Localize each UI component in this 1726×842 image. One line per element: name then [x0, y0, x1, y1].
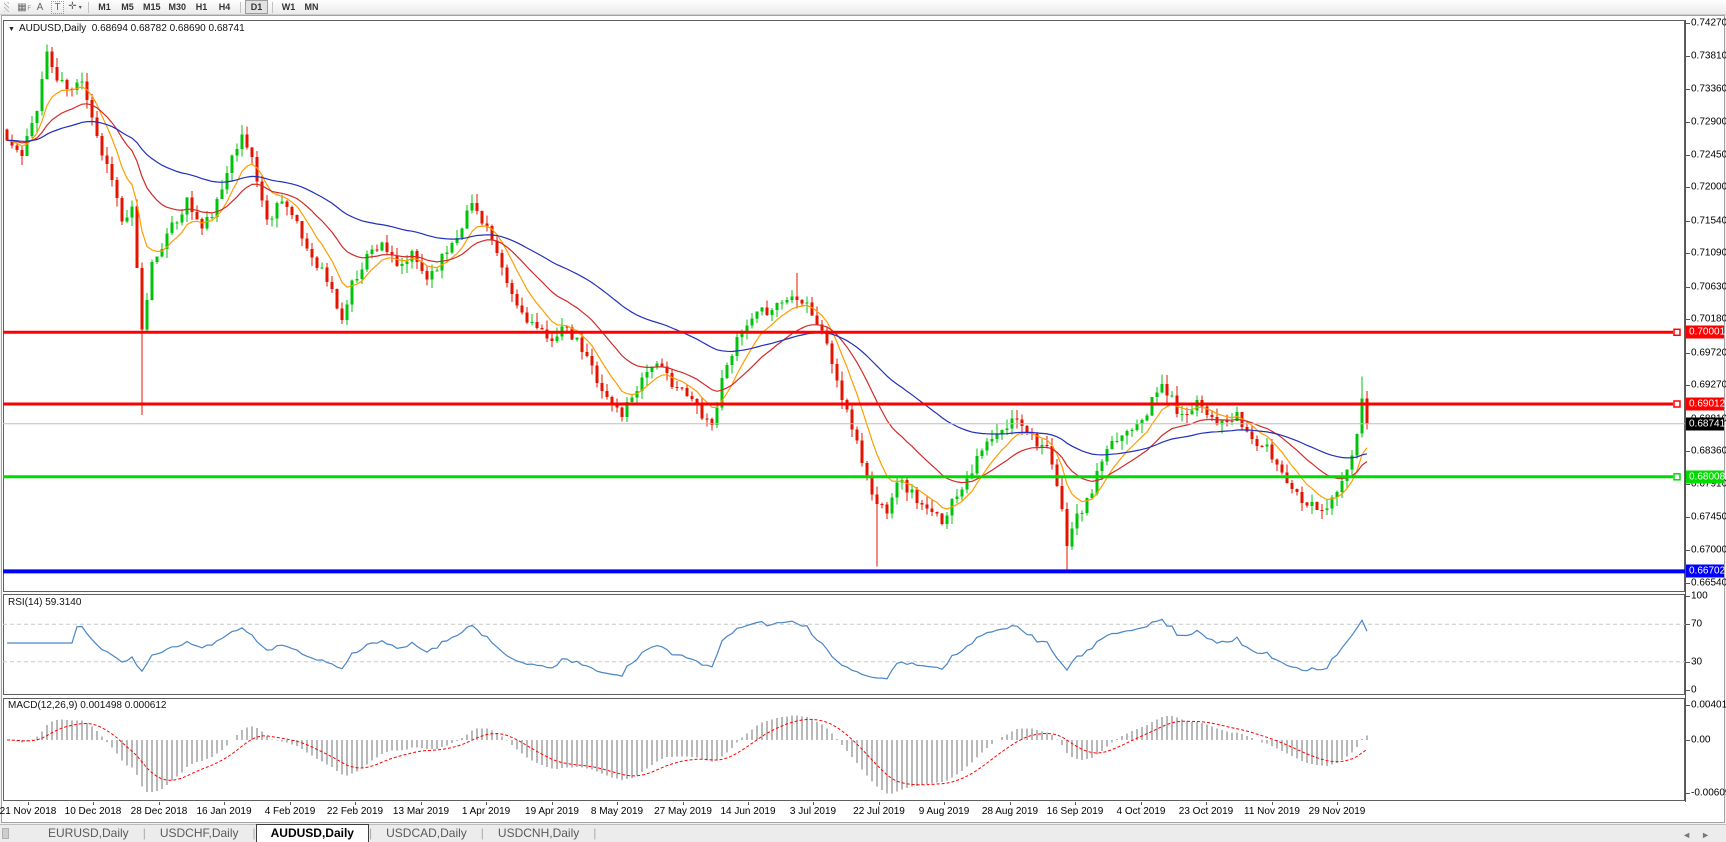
- tab-scroll-arrows: ◄►: [1682, 830, 1720, 840]
- timeframe-button-w1[interactable]: W1: [277, 0, 300, 14]
- macd-indicator-values: 0.001498 0.000612: [80, 700, 166, 711]
- rsi-line: [7, 619, 1367, 679]
- ma-slow-line: [7, 122, 1367, 458]
- tab-audusd[interactable]: AUDUSD,Daily: [256, 824, 369, 842]
- macd-histogram: [11, 716, 1368, 794]
- chart-info-line: ▼ AUDUSD,Daily 0.68694 0.68782 0.68690 0.…: [8, 23, 245, 34]
- trading-platform: ▦FAT✛▾ M1M5M15M30H1H4D1W1MN 0.742700.738…: [0, 0, 1726, 842]
- timeframe-button-m15[interactable]: M15: [139, 0, 165, 14]
- text-t-icon[interactable]: T: [51, 1, 64, 14]
- timeframe-button-d1[interactable]: D1: [245, 0, 268, 14]
- ma-fast-line: [7, 87, 1367, 509]
- ma-mid-line: [7, 104, 1367, 483]
- chart-ohlc-values: 0.68694 0.68782 0.68690 0.68741: [92, 23, 245, 34]
- candles: [6, 45, 1369, 571]
- price-chart-pane[interactable]: [3, 20, 1685, 592]
- timeframe-button-mn[interactable]: MN: [300, 0, 323, 14]
- toolbar-separator: [272, 2, 273, 13]
- price-pane-border: [4, 21, 1685, 592]
- tab-usdchf[interactable]: USDCHF,Daily: [146, 825, 253, 842]
- macd-label-line: MACD(12,26,9) 0.001498 0.000612: [8, 700, 166, 711]
- tab-scroll-left-arrow[interactable]: ◄: [1682, 830, 1701, 840]
- macd-pane[interactable]: [3, 698, 1685, 801]
- timeframe-button-h1[interactable]: H1: [190, 0, 213, 14]
- chart-symbol-label: AUDUSD,Daily: [19, 23, 86, 34]
- rsi-pane-border: [4, 595, 1685, 695]
- macd-pane-border: [4, 699, 1685, 801]
- tab-eurusd[interactable]: EURUSD,Daily: [34, 825, 143, 842]
- timeframe-button-h4[interactable]: H4: [213, 0, 236, 14]
- rsi-indicator-label: RSI(14): [8, 597, 42, 608]
- resistance-line-0.70001-handle[interactable]: [1674, 329, 1680, 335]
- timeframe-button-m30[interactable]: M30: [165, 0, 191, 14]
- tab-scroll-right-arrow[interactable]: ►: [1701, 830, 1720, 840]
- macd-indicator-label: MACD(12,26,9): [8, 700, 77, 711]
- grid-f-icon[interactable]: ▦F: [15, 1, 29, 14]
- support-line-0.68008-handle[interactable]: [1674, 474, 1680, 480]
- price-axis-line: [1685, 20, 1686, 802]
- tab-usdcnh[interactable]: USDCNH,Daily: [484, 825, 593, 842]
- toolbar-separator: [88, 2, 89, 13]
- toolbar-separator: [240, 2, 241, 13]
- rsi-label-line: RSI(14) 59.3140: [8, 597, 81, 608]
- toolbar-drag-handle[interactable]: [4, 2, 9, 12]
- resistance-line-0.69012-handle[interactable]: [1674, 401, 1680, 407]
- rsi-indicator-value: 59.3140: [45, 597, 81, 608]
- symbol-tabs: EURUSD,Daily|USDCHF,Daily|AUDUSD,Daily|U…: [34, 824, 596, 842]
- tabbar-grip[interactable]: [2, 828, 9, 839]
- timeframe-button-m5[interactable]: M5: [116, 0, 139, 14]
- main-toolbar: ▦F AT ✛▾ M1M5M15M30H1H4 D1 W1MN: [0, 0, 1726, 15]
- toolbar-icons: ▦F AT ✛▾: [13, 0, 84, 15]
- timeframe-buttons: M1M5M15M30H1H4 D1 W1MN: [93, 0, 323, 14]
- crosshair-tool-icon[interactable]: ✛▾: [68, 0, 82, 15]
- timeframe-button-m1[interactable]: M1: [93, 0, 116, 14]
- symbol-tab-bar: EURUSD,Daily|USDCHF,Daily|AUDUSD,Daily|U…: [0, 824, 1726, 842]
- tab-separator: |: [593, 825, 596, 842]
- symbol-dropdown-icon[interactable]: ▼: [8, 26, 15, 33]
- font-a-icon[interactable]: A: [33, 1, 47, 14]
- tab-usdcad[interactable]: USDCAD,Daily: [372, 825, 481, 842]
- rsi-pane[interactable]: [3, 594, 1685, 695]
